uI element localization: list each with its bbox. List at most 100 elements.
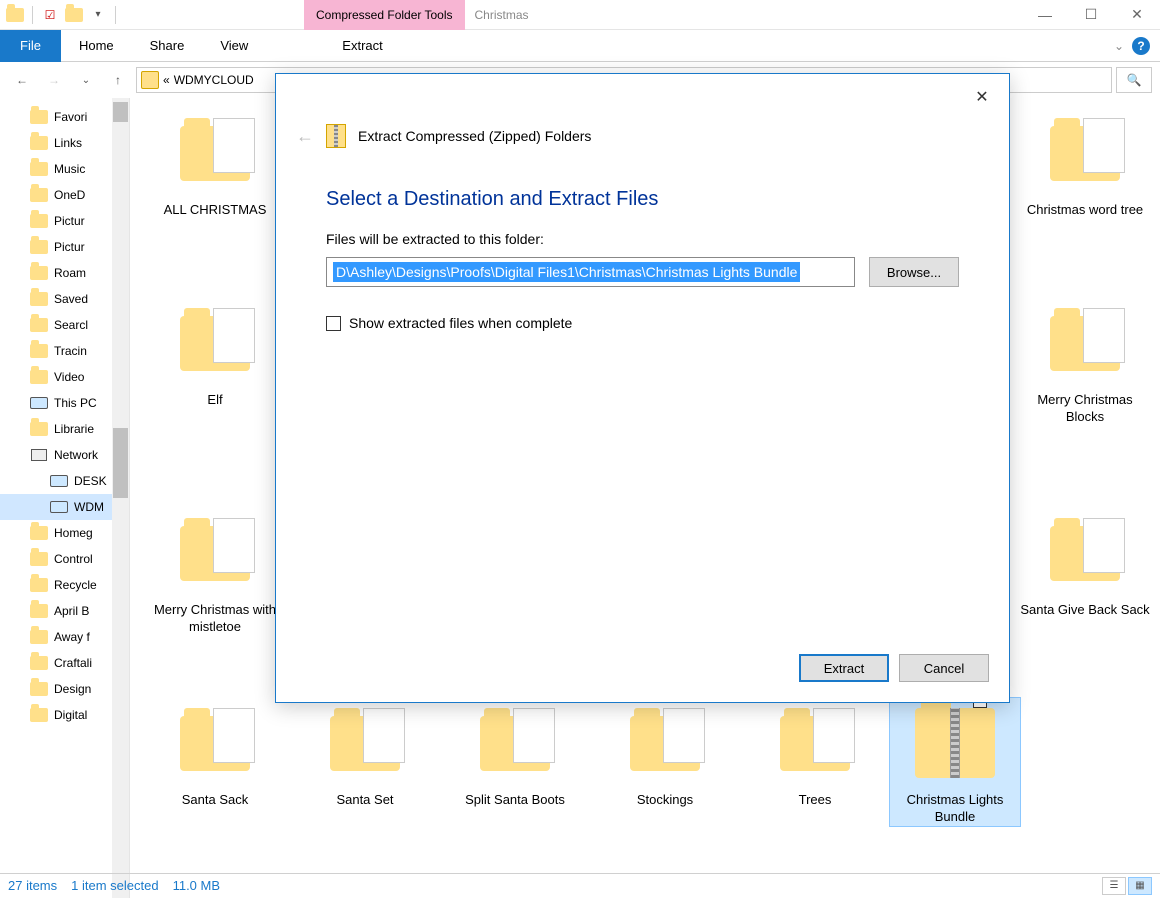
zip-icon: ✓ <box>905 698 1005 788</box>
folder-icon <box>30 160 48 178</box>
sidebar-item[interactable]: Digital <box>0 702 129 728</box>
folder-label: Merry Christmas Blocks <box>1020 392 1150 426</box>
folder-icon <box>1035 298 1135 388</box>
details-view-button[interactable]: ☰ <box>1102 877 1126 895</box>
sidebar-item[interactable]: Tracin <box>0 338 129 364</box>
scroll-thumb[interactable] <box>113 428 128 498</box>
sidebar-item-label: Tracin <box>54 344 87 358</box>
folder-item[interactable]: Santa Set <box>300 698 430 809</box>
quick-access-toolbar: ☑ ▾ <box>0 4 124 26</box>
sidebar-item[interactable]: This PC <box>0 390 129 416</box>
dialog-back-icon[interactable]: ← <box>296 126 314 147</box>
tab-share[interactable]: Share <box>132 30 203 62</box>
sidebar-item[interactable]: DESK <box>0 468 129 494</box>
sidebar-item[interactable]: Saved <box>0 286 129 312</box>
folder-label: Stockings <box>637 792 693 809</box>
sidebar-item[interactable]: Pictur <box>0 234 129 260</box>
forward-button[interactable]: → <box>40 66 68 94</box>
ribbon: File Home Share View Extract ⌄ ? <box>0 30 1160 62</box>
folder-item[interactable]: Split Santa Boots <box>450 698 580 809</box>
file-tab[interactable]: File <box>0 30 61 62</box>
folder-icon <box>30 290 48 308</box>
recent-dropdown-icon[interactable]: ⌄ <box>72 66 100 94</box>
folder-icon <box>465 698 565 788</box>
folder-item[interactable]: Trees <box>750 698 880 809</box>
sidebar-item-label: Craftali <box>54 656 92 670</box>
maximize-button[interactable]: ☐ <box>1068 0 1114 30</box>
sidebar-item[interactable]: Craftali <box>0 650 129 676</box>
minimize-button[interactable]: — <box>1022 0 1068 30</box>
sidebar-item[interactable]: Recycle <box>0 572 129 598</box>
browse-button[interactable]: Browse... <box>869 257 959 287</box>
status-selection: 1 item selected <box>71 878 158 893</box>
help-icon[interactable]: ? <box>1132 37 1150 55</box>
sidebar-item[interactable]: Links <box>0 130 129 156</box>
sidebar-item[interactable]: Homeg <box>0 520 129 546</box>
sidebar-item[interactable]: Network <box>0 442 129 468</box>
destination-path-value: D\Ashley\Designs\Proofs\Digital Files1\C… <box>333 262 800 282</box>
sidebar-item-label: Roam <box>54 266 86 280</box>
destination-path-input[interactable]: D\Ashley\Designs\Proofs\Digital Files1\C… <box>326 257 855 287</box>
sidebar-item-label: Recycle <box>54 578 97 592</box>
tab-view[interactable]: View <box>202 30 266 62</box>
icons-view-button[interactable]: ▦ <box>1128 877 1152 895</box>
pc-icon <box>30 394 48 412</box>
sidebar-item[interactable]: Roam <box>0 260 129 286</box>
folder-item[interactable]: Christmas word tree <box>1020 108 1150 219</box>
sidebar-item-label: Pictur <box>54 240 85 254</box>
statusbar: 27 items 1 item selected 11.0 MB ☰ ▦ <box>0 873 1160 897</box>
sidebar-item[interactable]: Pictur <box>0 208 129 234</box>
sidebar-item[interactable]: April B <box>0 598 129 624</box>
qat-dropdown-icon[interactable]: ▾ <box>87 4 109 26</box>
folder-icon <box>30 420 48 438</box>
sidebar-item[interactable]: WDM <box>0 494 129 520</box>
search-input[interactable]: 🔍 <box>1116 67 1152 93</box>
sidebar-item[interactable]: Librarie <box>0 416 129 442</box>
tab-extract[interactable]: Extract <box>324 30 400 62</box>
back-button[interactable]: ← <box>8 66 36 94</box>
folder-item[interactable]: ALL CHRISTMAS <box>150 108 280 219</box>
sidebar-item[interactable]: OneD <box>0 182 129 208</box>
show-files-label: Show extracted files when complete <box>349 315 572 331</box>
folder-item[interactable]: Merry Christmas Blocks <box>1020 298 1150 426</box>
ribbon-expand-icon[interactable]: ⌄ <box>1114 39 1124 53</box>
folder-item[interactable]: Santa Give Back Sack <box>1020 508 1150 619</box>
folder-icon <box>1035 108 1135 198</box>
zip-icon <box>326 124 346 148</box>
sidebar-item[interactable]: Video <box>0 364 129 390</box>
folder-item[interactable]: Santa Sack <box>150 698 280 809</box>
scroll-up-icon[interactable] <box>113 102 128 122</box>
sidebar-item[interactable]: Design <box>0 676 129 702</box>
folder-icon <box>165 508 265 598</box>
close-button[interactable]: ✕ <box>1114 0 1160 30</box>
up-button[interactable]: ↑ <box>104 66 132 94</box>
folder-item[interactable]: Merry Christmas with mistletoe <box>150 508 280 636</box>
properties-icon[interactable]: ☑ <box>39 4 61 26</box>
folder-item[interactable]: Stockings <box>600 698 730 809</box>
sidebar-scrollbar[interactable] <box>112 98 129 898</box>
contextual-tab-compressed[interactable]: Compressed Folder Tools <box>304 0 465 30</box>
sidebar-item-label: Searcl <box>54 318 88 332</box>
folder-item[interactable]: Elf <box>150 298 280 409</box>
tab-home[interactable]: Home <box>61 30 132 62</box>
sidebar-item-label: April B <box>54 604 89 618</box>
show-files-checkbox[interactable] <box>326 316 341 331</box>
folder-icon <box>30 602 48 620</box>
dialog-close-button[interactable]: ✕ <box>967 82 997 112</box>
extract-button[interactable]: Extract <box>799 654 889 682</box>
new-folder-icon[interactable] <box>63 4 85 26</box>
folder-icon <box>315 698 415 788</box>
sidebar-item[interactable]: Favori <box>0 104 129 130</box>
sidebar-item-label: Control <box>54 552 93 566</box>
folder-label: Elf <box>207 392 222 409</box>
folder-icon[interactable] <box>4 4 26 26</box>
folder-icon <box>30 550 48 568</box>
sidebar-item[interactable]: Away f <box>0 624 129 650</box>
folder-icon <box>30 342 48 360</box>
sidebar-item[interactable]: Music <box>0 156 129 182</box>
cancel-button[interactable]: Cancel <box>899 654 989 682</box>
folder-label: Santa Set <box>336 792 393 809</box>
zip-folder-item[interactable]: ✓Christmas Lights Bundle <box>890 698 1020 826</box>
sidebar-item[interactable]: Searcl <box>0 312 129 338</box>
sidebar-item[interactable]: Control <box>0 546 129 572</box>
